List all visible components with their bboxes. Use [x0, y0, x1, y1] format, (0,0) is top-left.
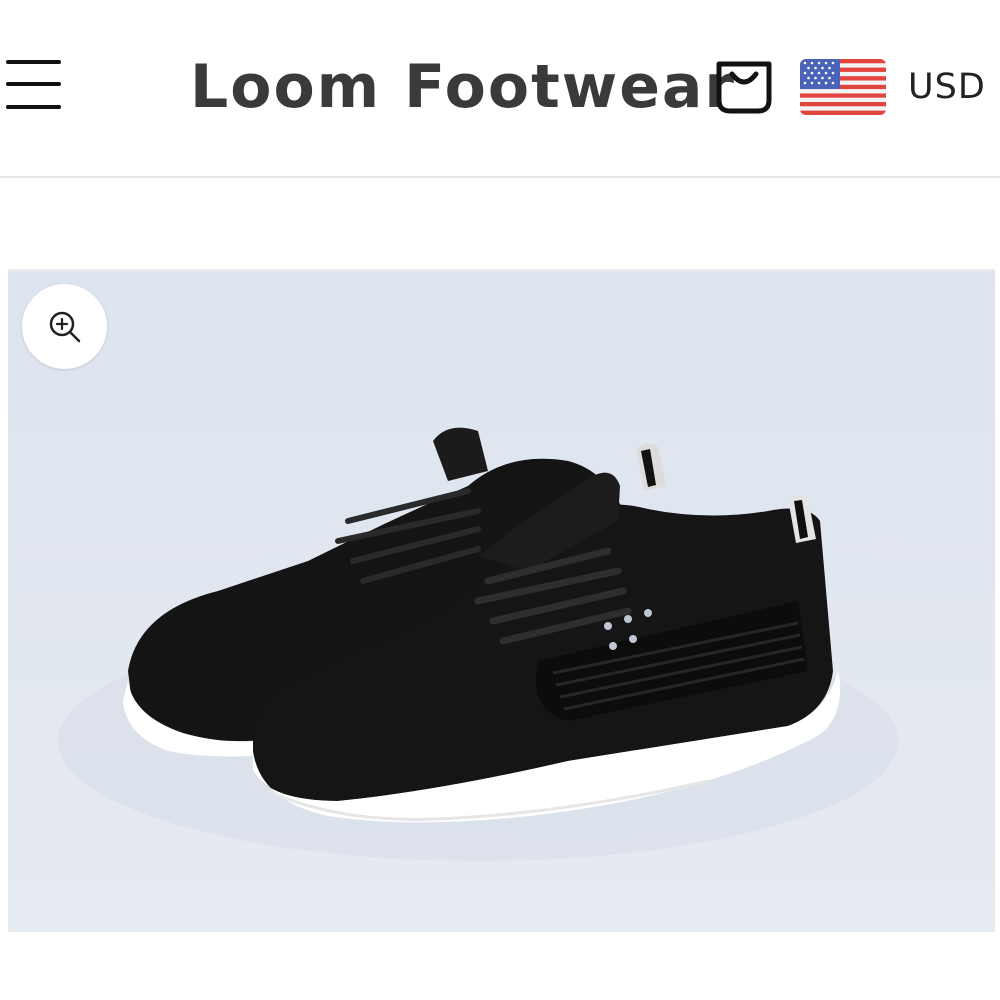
- site-header: Loom Footwear USD: [0, 0, 1000, 178]
- currency-code: USD: [908, 67, 986, 107]
- product-image[interactable]: [8, 269, 995, 932]
- us-flag-icon: [800, 59, 886, 115]
- currency-selector[interactable]: USD: [800, 58, 986, 116]
- zoom-in-button[interactable]: [22, 284, 107, 369]
- sneakers-photo: [8, 271, 995, 932]
- shopping-bag-icon[interactable]: [713, 54, 775, 116]
- hamburger-menu-icon[interactable]: [6, 58, 62, 112]
- store-logo-title[interactable]: Loom Footwear: [190, 52, 736, 122]
- zoom-in-icon: [49, 311, 80, 342]
